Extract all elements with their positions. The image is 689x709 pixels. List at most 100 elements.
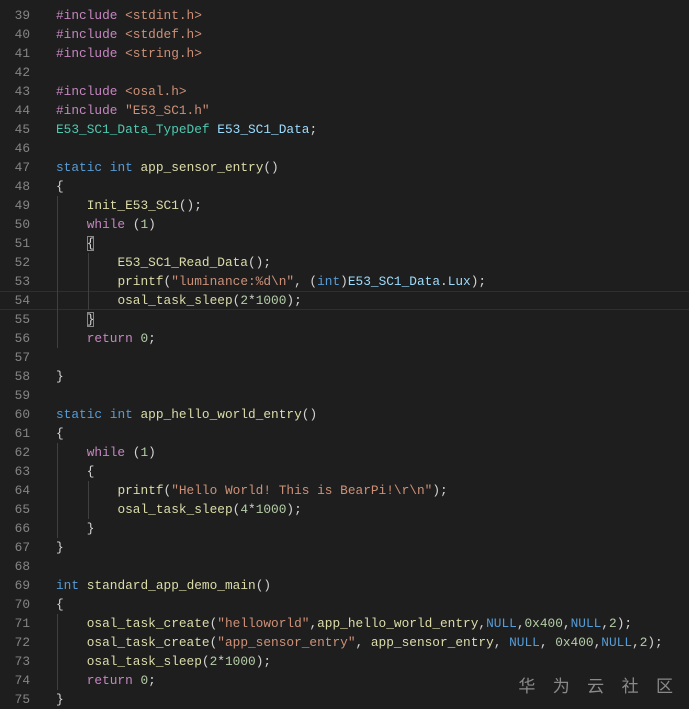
line-number: 72 xyxy=(14,635,30,650)
code-text: () xyxy=(263,160,279,175)
code-text: ); xyxy=(432,483,448,498)
code-line[interactable]: 71 osal_task_create("helloworld",app_hel… xyxy=(0,614,689,633)
function-name: osal_task_create xyxy=(86,635,210,650)
code-text: ( xyxy=(201,654,210,669)
string-literal: <string.h> xyxy=(125,46,202,61)
keyword: return xyxy=(86,331,133,346)
code-text: . xyxy=(440,274,448,289)
code-line[interactable]: 44 #include "E53_SC1.h" xyxy=(0,101,689,120)
code-line[interactable]: 40 #include <stddef.h> xyxy=(0,25,689,44)
code-line[interactable]: 58} xyxy=(0,367,689,386)
number-literal: 2 xyxy=(240,293,249,308)
code-line[interactable]: 48 { xyxy=(0,177,689,196)
code-line[interactable]: 64 printf("Hello World! This is BearPi!\… xyxy=(0,481,689,500)
code-text: , xyxy=(562,616,571,631)
code-text: , ( xyxy=(294,274,318,289)
line-number: 62 xyxy=(14,445,30,460)
code-line[interactable]: 47 static int app_sensor_entry() xyxy=(0,158,689,177)
code-line[interactable]: 39 #include <stdint.h> xyxy=(0,6,689,25)
code-line[interactable]: 66 } xyxy=(0,519,689,538)
code-line[interactable]: 70 { xyxy=(0,595,689,614)
code-line[interactable]: 60 static int app_hello_world_entry() xyxy=(0,405,689,424)
code-line[interactable]: 59 xyxy=(0,386,689,405)
line-number: 41 xyxy=(14,46,30,61)
line-number: 39 xyxy=(14,8,30,23)
code-text: * xyxy=(248,293,256,308)
keyword: while xyxy=(86,445,126,460)
line-number: 68 xyxy=(14,559,30,574)
code-content: while (1) xyxy=(56,215,156,234)
code-text: ) xyxy=(148,217,156,232)
code-text: ; xyxy=(148,331,156,346)
number-literal: 1000 xyxy=(255,502,287,517)
variable: E53_SC1_Data xyxy=(347,274,441,289)
code-content: } xyxy=(56,310,95,329)
code-text: * xyxy=(217,654,225,669)
constant: NULL xyxy=(601,635,632,650)
code-line[interactable]: 73 osal_task_sleep(2*1000); xyxy=(0,652,689,671)
code-line[interactable]: 45 E53_SC1_Data_TypeDef E53_SC1_Data; xyxy=(0,120,689,139)
line-number: 53 xyxy=(14,274,30,289)
code-content: return 0; xyxy=(56,329,156,348)
code-text: } xyxy=(56,521,95,536)
line-number: 51 xyxy=(14,236,30,251)
line-number: 75 xyxy=(14,692,30,707)
code-line[interactable]: 52 E53_SC1_Read_Data(); xyxy=(0,253,689,272)
code-text: ; xyxy=(309,122,318,137)
line-number: 55 xyxy=(14,312,30,327)
number-literal: 1000 xyxy=(255,293,287,308)
number-literal: 2 xyxy=(609,616,617,631)
code-line[interactable]: 42 xyxy=(0,63,689,82)
line-number: 50 xyxy=(14,217,30,232)
code-line[interactable]: 57 xyxy=(0,348,689,367)
code-line[interactable]: 54 osal_task_sleep(2*1000); xyxy=(0,291,689,310)
code-text: ); xyxy=(286,293,302,308)
code-line[interactable]: 72 osal_task_create("app_sensor_entry", … xyxy=(0,633,689,652)
constant: NULL xyxy=(509,635,540,650)
code-line[interactable]: 49 Init_E53_SC1(); xyxy=(0,196,689,215)
code-text: } xyxy=(56,540,64,555)
type-keyword: static xyxy=(56,160,103,175)
code-line[interactable]: 51 { xyxy=(0,234,689,253)
code-line[interactable]: 69 int standard_app_demo_main() xyxy=(0,576,689,595)
line-number: 67 xyxy=(14,540,30,555)
code-content: printf("Hello World! This is BearPi!\r\n… xyxy=(56,481,448,500)
code-content: static int app_sensor_entry() xyxy=(56,158,279,177)
line-number: 66 xyxy=(14,521,30,536)
code-line[interactable]: 46 xyxy=(0,139,689,158)
function-name: osal_task_sleep xyxy=(117,293,233,308)
code-text: (); xyxy=(178,198,202,213)
code-line[interactable]: 67} xyxy=(0,538,689,557)
code-line[interactable]: 55 } xyxy=(0,310,689,329)
code-text: , xyxy=(632,635,640,650)
code-line[interactable]: 41 #include <string.h> xyxy=(0,44,689,63)
code-line[interactable]: 65 osal_task_sleep(4*1000); xyxy=(0,500,689,519)
code-line[interactable]: 50 while (1) xyxy=(0,215,689,234)
code-content: } xyxy=(56,367,64,386)
code-text: { xyxy=(56,179,64,194)
keyword: #include xyxy=(56,8,118,23)
line-number: 64 xyxy=(14,483,30,498)
code-line[interactable]: 62 while (1) xyxy=(0,443,689,462)
code-content: } xyxy=(56,690,64,709)
code-line[interactable]: 63 { xyxy=(0,462,689,481)
code-line[interactable]: 43 #include <osal.h> xyxy=(0,82,689,101)
code-line[interactable]: 61 { xyxy=(0,424,689,443)
code-content: E53_SC1_Data_TypeDef E53_SC1_Data; xyxy=(56,120,317,139)
code-content: osal_task_create("helloworld",app_hello_… xyxy=(56,614,632,633)
code-line[interactable]: 53 printf("luminance:%d\n", (int)E53_SC1… xyxy=(0,272,689,291)
string-literal: "E53_SC1.h" xyxy=(125,103,210,118)
code-content: #include <stddef.h> xyxy=(56,25,202,44)
code-line[interactable]: 56 return 0; xyxy=(0,329,689,348)
code-content: osal_task_create("app_sensor_entry", app… xyxy=(56,633,663,652)
code-line[interactable]: 68 xyxy=(0,557,689,576)
code-editor[interactable]: 39 #include <stdint.h> 40 #include <stddef.… xyxy=(0,6,689,709)
